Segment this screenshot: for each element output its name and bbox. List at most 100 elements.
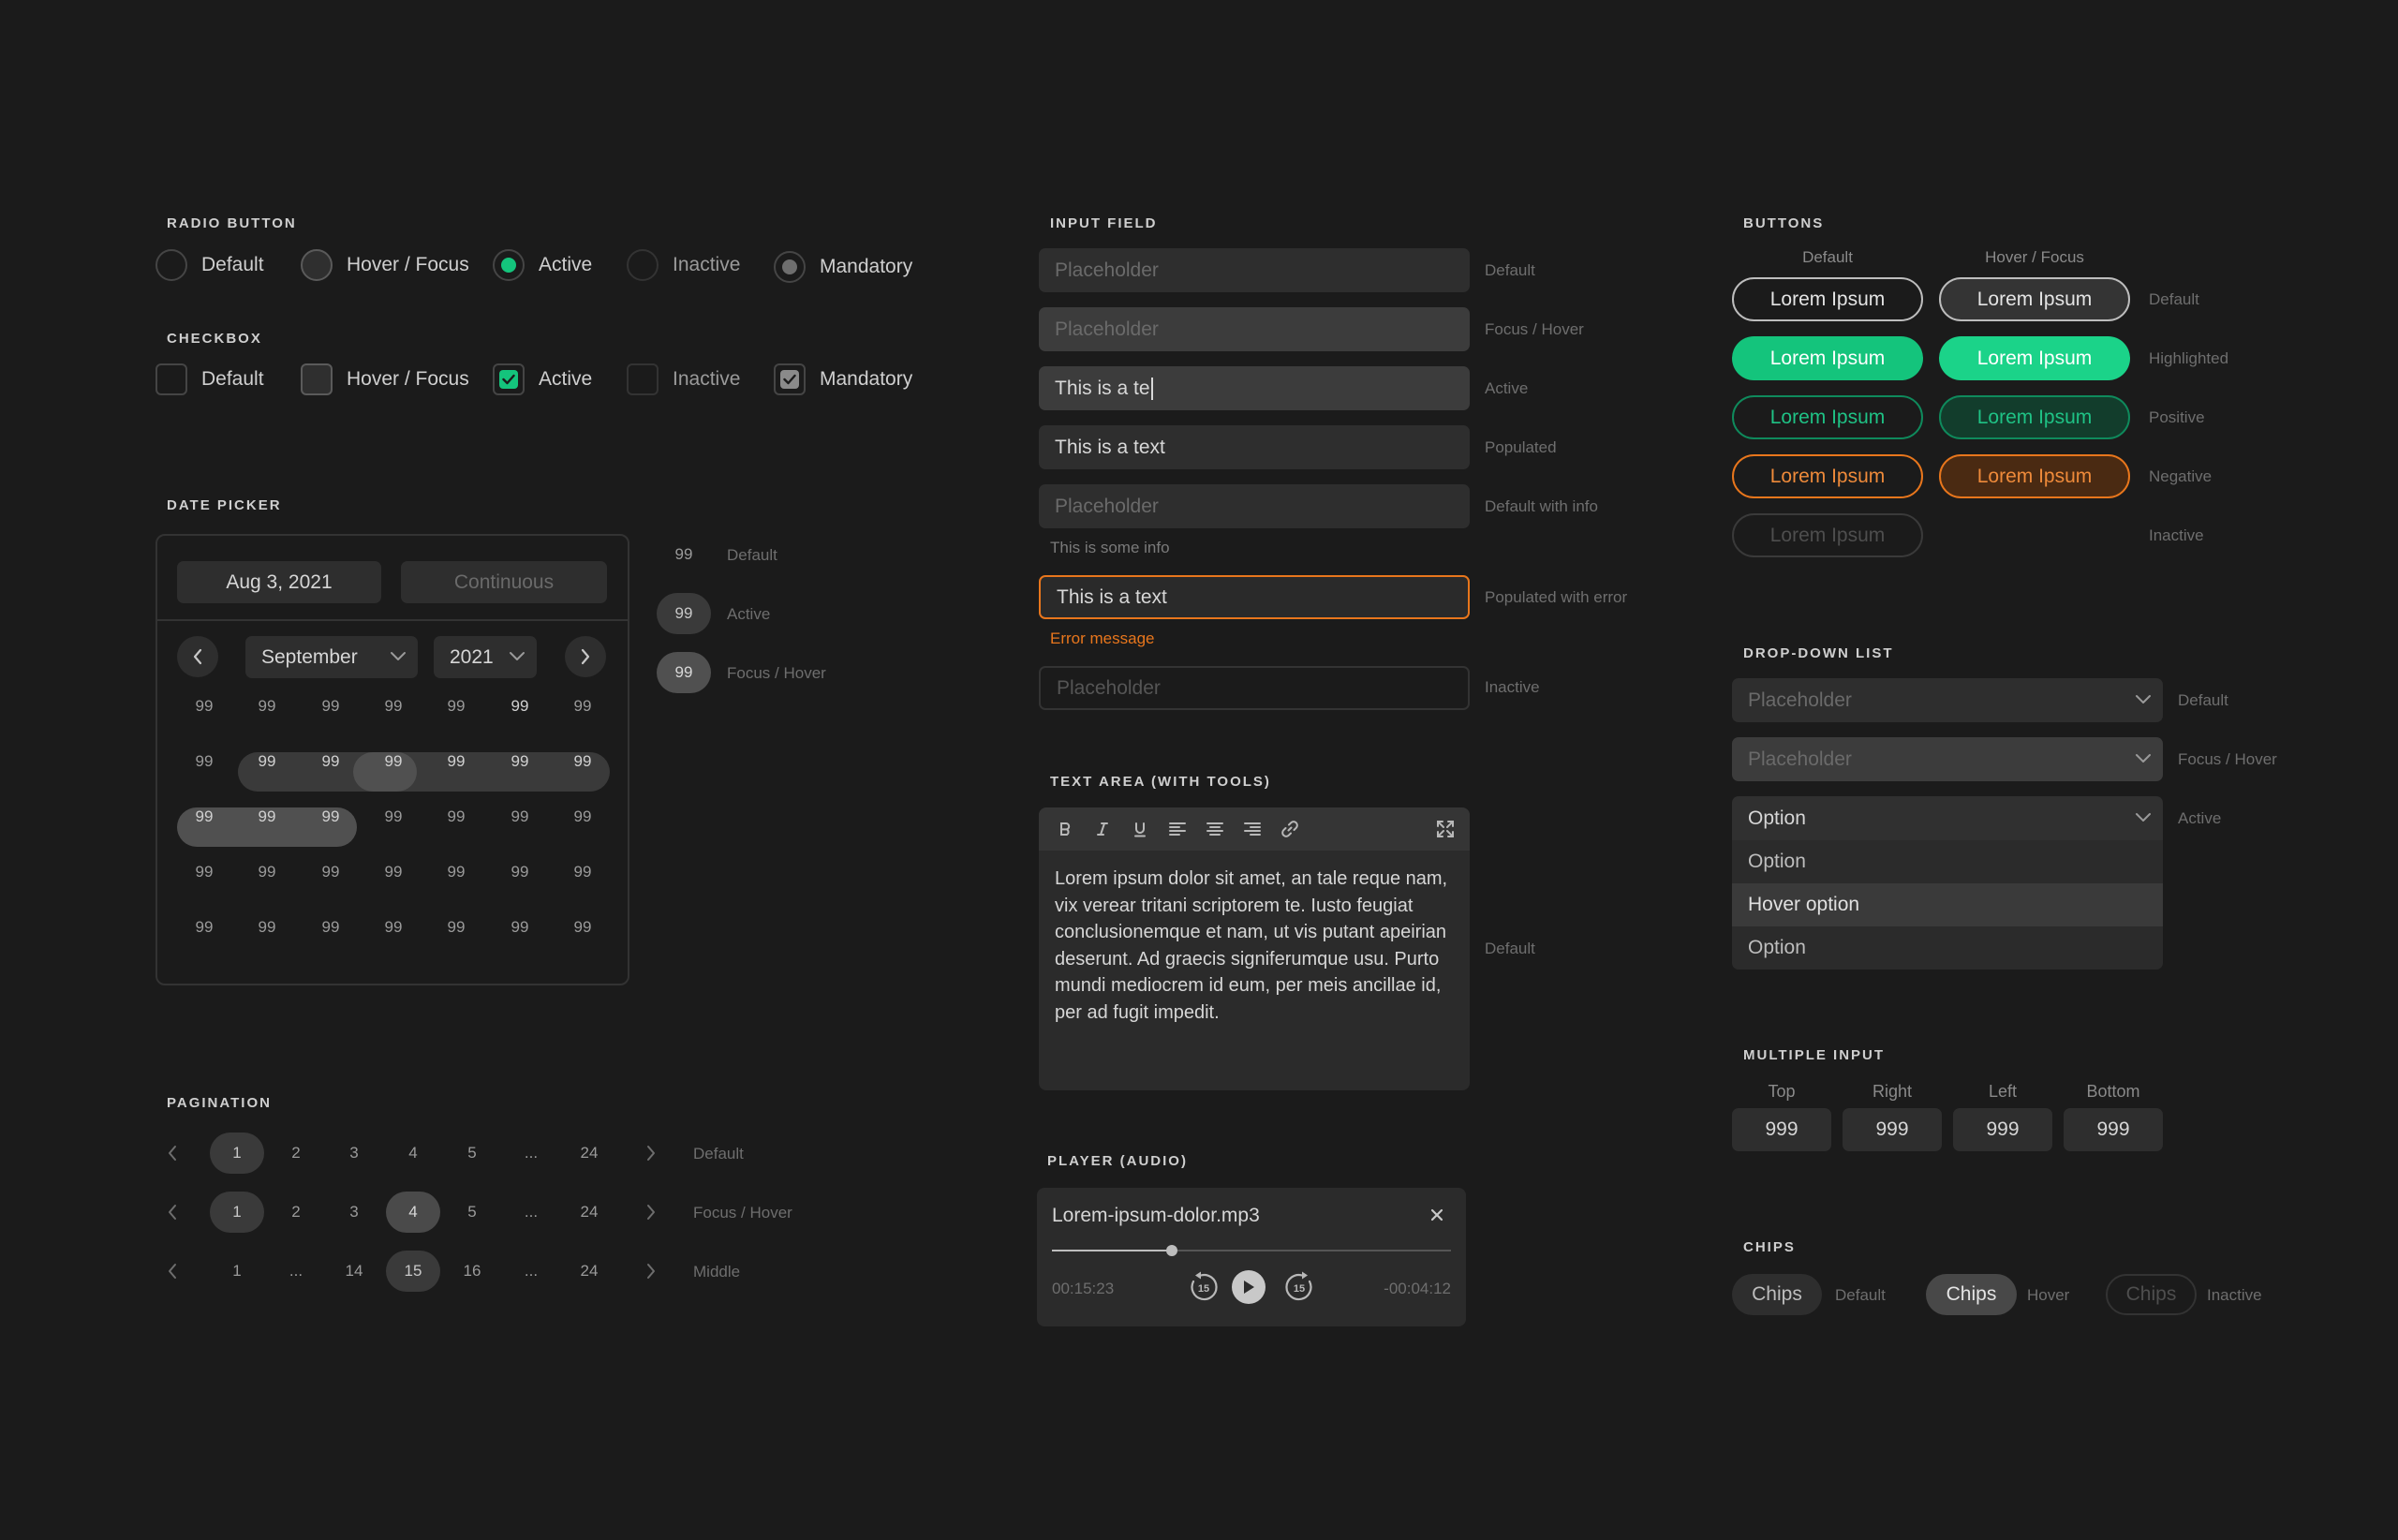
input-focus[interactable]: Placeholder xyxy=(1039,307,1470,351)
calendar-day[interactable]: 99 xyxy=(375,909,412,946)
rewind-15-icon[interactable]: 15 xyxy=(1187,1270,1221,1309)
forward-15-icon[interactable]: 15 xyxy=(1282,1270,1316,1309)
calendar-day[interactable]: 99 xyxy=(248,743,286,780)
pagination-page[interactable]: 4 xyxy=(386,1192,440,1233)
dropdown-hover[interactable]: Placeholder xyxy=(1732,737,2163,781)
pagination-page[interactable]: 15 xyxy=(386,1251,440,1292)
button-negative-hover[interactable]: Lorem Ipsum xyxy=(1939,454,2130,498)
pagination-page[interactable]: 1 xyxy=(210,1133,264,1174)
calendar-day[interactable]: 99 xyxy=(564,909,601,946)
multi-input-top[interactable]: 999 xyxy=(1732,1108,1831,1151)
progress-handle[interactable] xyxy=(1165,1245,1177,1256)
calendar-day[interactable]: 99 xyxy=(312,909,349,946)
button-default-hover[interactable]: Lorem Ipsum xyxy=(1939,277,2130,321)
align-right-icon[interactable] xyxy=(1241,818,1264,840)
checkbox-default[interactable]: Default xyxy=(155,363,301,395)
continuous-input[interactable]: Continuous xyxy=(401,561,607,603)
prev-month-button[interactable] xyxy=(177,636,218,677)
radio-mandatory[interactable]: Mandatory xyxy=(774,247,924,283)
pagination-page[interactable]: 5 xyxy=(445,1192,499,1233)
radio-active[interactable]: Active xyxy=(493,249,627,281)
progress-track[interactable] xyxy=(1052,1245,1451,1256)
calendar-day[interactable]: 99 xyxy=(564,743,601,780)
input-with-info[interactable]: Placeholder xyxy=(1039,484,1470,528)
pagination-page[interactable]: 1 xyxy=(210,1192,264,1233)
calendar-day[interactable]: 99 xyxy=(437,909,475,946)
calendar-day[interactable]: 99 xyxy=(312,688,349,725)
pagination-next-icon[interactable] xyxy=(645,1203,657,1226)
year-select[interactable]: 2021 xyxy=(434,636,537,678)
checkbox-box[interactable] xyxy=(493,363,525,395)
calendar-day[interactable]: 99 xyxy=(501,743,539,780)
pagination-page[interactable]: 3 xyxy=(327,1133,381,1174)
input-error[interactable]: This is a text xyxy=(1039,575,1470,619)
calendar-day[interactable]: 99 xyxy=(185,853,223,891)
input-active[interactable]: This is a te xyxy=(1039,366,1470,410)
align-center-icon[interactable] xyxy=(1204,818,1226,840)
input-default[interactable]: Placeholder xyxy=(1039,248,1470,292)
pagination-prev-icon[interactable] xyxy=(167,1262,178,1285)
calendar-day[interactable]: 99 xyxy=(375,688,412,725)
month-select[interactable]: September xyxy=(245,636,418,678)
calendar-day[interactable]: 99 xyxy=(375,853,412,891)
pagination-page[interactable]: 2 xyxy=(269,1133,323,1174)
date-input[interactable]: Aug 3, 2021 xyxy=(177,561,381,603)
input-populated[interactable]: This is a text xyxy=(1039,425,1470,469)
pagination-page[interactable]: 14 xyxy=(327,1251,381,1292)
radio-default[interactable]: Default xyxy=(155,249,301,281)
calendar-day[interactable]: 99 xyxy=(501,688,539,725)
calendar-day[interactable]: 99 xyxy=(312,743,349,780)
dropdown-default[interactable]: Placeholder xyxy=(1732,678,2163,722)
expand-icon[interactable] xyxy=(1434,818,1457,840)
radio-circle[interactable] xyxy=(301,249,333,281)
calendar-day[interactable]: 99 xyxy=(564,798,601,836)
checkbox-box[interactable] xyxy=(301,363,333,395)
text-area-content[interactable]: Lorem ipsum dolor sit amet, an tale requ… xyxy=(1055,866,1458,1026)
dropdown-option[interactable]: Option xyxy=(1732,926,2163,970)
dropdown-option[interactable]: Option xyxy=(1732,840,2163,883)
link-icon[interactable] xyxy=(1279,818,1301,840)
calendar-day[interactable]: 99 xyxy=(437,688,475,725)
multi-input-right[interactable]: 999 xyxy=(1843,1108,1942,1151)
radio-circle[interactable] xyxy=(493,249,525,281)
calendar-day[interactable]: 99 xyxy=(501,798,539,836)
calendar-day[interactable]: 99 xyxy=(564,853,601,891)
calendar-day[interactable]: 99 xyxy=(375,743,412,780)
calendar-day[interactable]: 99 xyxy=(185,688,223,725)
close-icon[interactable] xyxy=(1428,1207,1445,1228)
pagination-page[interactable]: 24 xyxy=(562,1251,616,1292)
calendar-day[interactable]: 99 xyxy=(564,688,601,725)
calendar-day[interactable]: 99 xyxy=(248,798,286,836)
calendar-day[interactable]: 99 xyxy=(185,909,223,946)
radio-circle[interactable] xyxy=(155,249,187,281)
calendar-day[interactable]: 99 xyxy=(437,853,475,891)
next-month-button[interactable] xyxy=(565,636,606,677)
chip-default[interactable]: Chips xyxy=(1732,1274,1822,1315)
calendar-day[interactable]: 99 xyxy=(312,853,349,891)
button-positive[interactable]: Lorem Ipsum xyxy=(1732,395,1923,439)
pagination-page[interactable]: 2 xyxy=(269,1192,323,1233)
text-area[interactable]: Lorem ipsum dolor sit amet, an tale requ… xyxy=(1039,807,1470,1090)
calendar-day[interactable]: 99 xyxy=(437,798,475,836)
calendar-day[interactable]: 99 xyxy=(312,798,349,836)
pagination-page[interactable]: 1 xyxy=(210,1251,264,1292)
chip-hover[interactable]: Chips xyxy=(1926,1274,2017,1315)
checkbox-box[interactable] xyxy=(774,363,806,395)
calendar-day[interactable]: 99 xyxy=(248,688,286,725)
underline-icon[interactable] xyxy=(1129,818,1151,840)
calendar-day[interactable]: 99 xyxy=(185,743,223,780)
multi-input-bottom[interactable]: 999 xyxy=(2064,1108,2163,1151)
pagination-page[interactable]: 4 xyxy=(386,1133,440,1174)
italic-icon[interactable] xyxy=(1091,818,1114,840)
pagination-next-icon[interactable] xyxy=(645,1144,657,1167)
calendar-day[interactable]: 99 xyxy=(501,853,539,891)
calendar-day[interactable]: 99 xyxy=(248,853,286,891)
radio-circle[interactable] xyxy=(774,251,806,283)
button-positive-hover[interactable]: Lorem Ipsum xyxy=(1939,395,2130,439)
checkbox-hover[interactable]: Hover / Focus xyxy=(301,363,493,395)
bold-icon[interactable] xyxy=(1054,818,1076,840)
radio-hover[interactable]: Hover / Focus xyxy=(301,249,493,281)
checkbox-active[interactable]: Active xyxy=(493,363,627,395)
button-highlighted[interactable]: Lorem Ipsum xyxy=(1732,336,1923,380)
pagination-page[interactable]: 24 xyxy=(562,1133,616,1174)
